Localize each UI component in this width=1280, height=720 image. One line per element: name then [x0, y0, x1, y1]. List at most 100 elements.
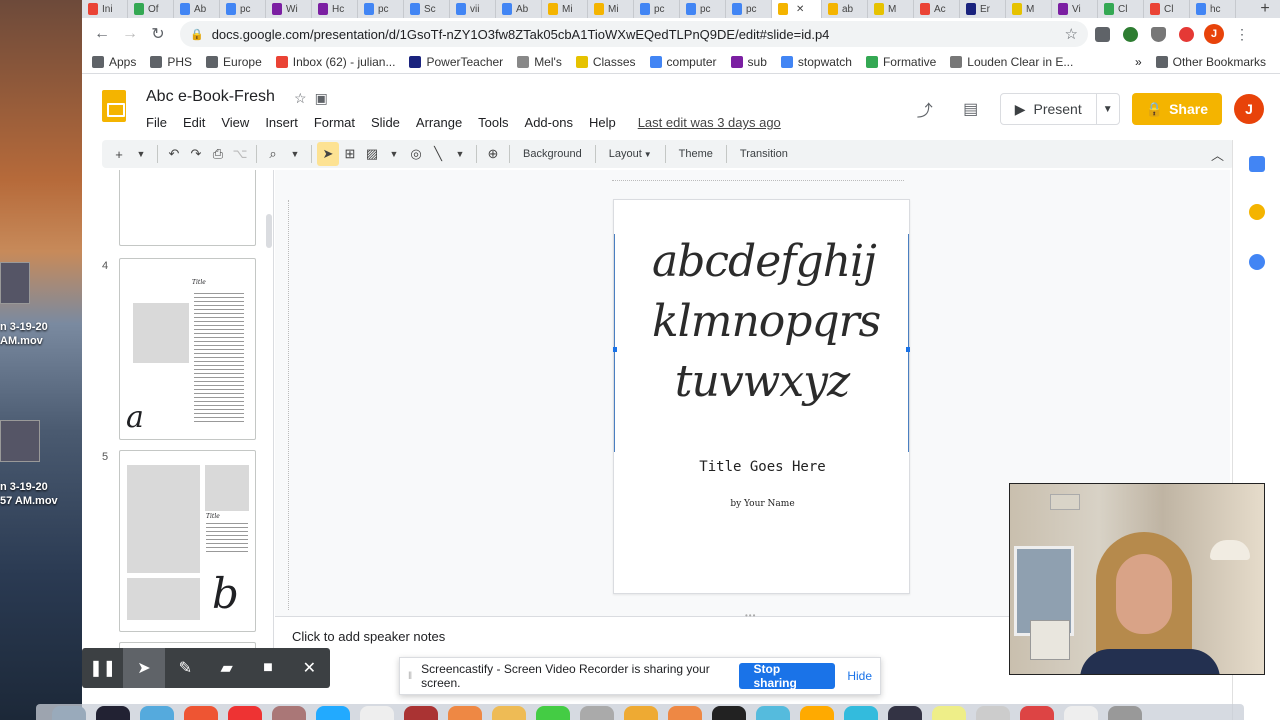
forward-arrow-icon[interactable]: → [116, 20, 144, 48]
undo-icon[interactable]: ↶ [163, 142, 185, 166]
browser-tab[interactable]: pc [220, 0, 266, 18]
document-title[interactable]: Abc e-Book-Fresh [146, 88, 275, 106]
close-icon[interactable]: ✕ [289, 648, 330, 688]
present-main[interactable]: ▶ Present [1001, 94, 1096, 124]
browser-tab[interactable]: Vi [1052, 0, 1098, 18]
browser-tab[interactable]: Er [960, 0, 1006, 18]
dock-app-icon[interactable] [536, 706, 570, 720]
extension-d-icon[interactable] [1088, 20, 1116, 48]
line-icon[interactable]: ╲ [427, 142, 449, 166]
image-dropdown-icon[interactable]: ▼ [383, 142, 405, 166]
bookmark-item[interactable]: Europe [206, 55, 262, 69]
browser-tab[interactable]: hc [1190, 0, 1236, 18]
dock-app-icon[interactable] [316, 706, 350, 720]
back-arrow-icon[interactable]: ← [88, 20, 116, 48]
last-edit-link[interactable]: Last edit was 3 days ago [630, 113, 789, 132]
menu-insert[interactable]: Insert [257, 113, 306, 132]
browser-tab[interactable]: Ab [496, 0, 542, 18]
dock-app-icon[interactable] [976, 706, 1010, 720]
webcam-toggle-icon[interactable]: ■ [247, 648, 288, 688]
dock-app-icon[interactable] [1064, 706, 1098, 720]
alphabet-image[interactable]: abcdefghij klmnopqrs tuvwxyz [652, 232, 881, 412]
dock-app-icon[interactable] [712, 706, 746, 720]
speaker-notes-placeholder[interactable]: Click to add speaker notes [292, 629, 445, 644]
redo-icon[interactable]: ↷ [185, 142, 207, 166]
bookmark-item[interactable]: Louden Clear in E... [950, 55, 1073, 69]
new-tab-button[interactable]: + [1250, 0, 1280, 18]
browser-tab[interactable]: pc [358, 0, 404, 18]
calendar-icon[interactable] [1249, 156, 1265, 172]
browser-tab[interactable]: pc [680, 0, 726, 18]
menu-view[interactable]: View [213, 113, 257, 132]
transition-button[interactable]: Transition [732, 142, 796, 166]
browser-tab[interactable]: pc [726, 0, 772, 18]
extension-green-icon[interactable] [1116, 20, 1144, 48]
bookmark-item[interactable]: Classes [575, 55, 636, 69]
screencastify-icon[interactable] [1172, 20, 1200, 48]
desktop-file-label[interactable]: n 3-19-20 AM.mov [0, 320, 82, 348]
webcam-overlay[interactable] [1009, 483, 1265, 675]
dock-app-icon[interactable] [756, 706, 790, 720]
dock-app-icon[interactable] [668, 706, 702, 720]
bookmark-item[interactable]: Mel's [517, 55, 562, 69]
slide-thumbnail[interactable]: Title a [119, 258, 256, 440]
dock-app-icon[interactable] [932, 706, 966, 720]
dock-app-icon[interactable] [228, 706, 262, 720]
shape-icon[interactable]: ◎ [405, 142, 427, 166]
present-dropdown-icon[interactable]: ▼ [1095, 94, 1119, 124]
drag-grip-icon[interactable]: ‖ [408, 671, 412, 682]
tab-close-icon[interactable]: ✕ [796, 4, 804, 15]
account-avatar[interactable]: J [1234, 94, 1264, 124]
other-bookmarks-folder[interactable]: Other Bookmarks [1155, 55, 1266, 69]
dock-app-icon[interactable] [96, 706, 130, 720]
browser-tab[interactable]: Wi [266, 0, 312, 18]
dock-app-icon[interactable] [624, 706, 658, 720]
layout-button[interactable]: Layout ▼ [601, 142, 660, 166]
browser-tab[interactable]: M [1006, 0, 1052, 18]
star-icon[interactable]: ☆ [294, 90, 307, 107]
activity-trend-icon[interactable]: ⤴ [908, 92, 942, 126]
current-slide[interactable]: abcdefghij klmnopqrs tuvwxyz Title Goes … [613, 199, 910, 594]
text-box-icon[interactable]: ⊞ [339, 142, 361, 166]
dock-app-icon[interactable] [492, 706, 526, 720]
video-file-thumbnail[interactable] [0, 420, 40, 462]
browser-tab[interactable]: Cl [1144, 0, 1190, 18]
menu-file[interactable]: File [138, 113, 175, 132]
menu-help[interactable]: Help [581, 113, 624, 132]
filmstrip-scrollbar[interactable] [266, 214, 272, 248]
browser-tab[interactable]: Ab [174, 0, 220, 18]
move-to-folder-icon[interactable]: ▣ [315, 90, 328, 107]
menu-slide[interactable]: Slide [363, 113, 408, 132]
shield-icon[interactable] [1144, 20, 1172, 48]
new-slide-icon[interactable]: + [108, 142, 130, 166]
browser-tab[interactable]: Mi [588, 0, 634, 18]
bookmark-item[interactable]: Apps [92, 55, 136, 69]
url-omnibox[interactable]: 🔒 docs.google.com/presentation/d/1GsoTf-… [180, 21, 1088, 47]
resize-handle[interactable] [906, 347, 910, 352]
browser-tab[interactable]: ✕ [772, 0, 822, 18]
share-button[interactable]: 🔒 Share [1131, 93, 1222, 125]
menu-arrange[interactable]: Arrange [408, 113, 470, 132]
dock-app-icon[interactable] [888, 706, 922, 720]
image-icon[interactable]: ▨ [361, 142, 383, 166]
paint-format-icon[interactable]: ⌥ [229, 142, 251, 166]
kebab-menu-icon[interactable]: ⋮ [1228, 20, 1256, 48]
stop-sharing-button[interactable]: Stop sharing [739, 662, 836, 690]
background-button[interactable]: Background [515, 142, 590, 166]
menu-edit[interactable]: Edit [175, 113, 213, 132]
slides-logo-icon[interactable] [102, 90, 126, 122]
browser-tab[interactable]: vii [450, 0, 496, 18]
dock-app-icon[interactable] [844, 706, 878, 720]
pen-tool-icon[interactable]: ✎ [165, 648, 206, 688]
select-arrow-icon[interactable]: ➤ [317, 142, 339, 166]
browser-tab[interactable]: Ac [914, 0, 960, 18]
menu-addons[interactable]: Add-ons [517, 113, 581, 132]
new-slide-dropdown-icon[interactable]: ▼ [130, 142, 152, 166]
print-icon[interactable]: ⎙ [207, 142, 229, 166]
notes-resize-handle[interactable]: ••• [745, 611, 756, 620]
dock-app-icon[interactable] [272, 706, 306, 720]
dock-app-icon[interactable] [580, 706, 614, 720]
more-bookmarks-chevron[interactable]: » [1135, 55, 1142, 69]
video-file-thumbnail[interactable] [0, 262, 30, 304]
browser-tab[interactable]: Hc [312, 0, 358, 18]
